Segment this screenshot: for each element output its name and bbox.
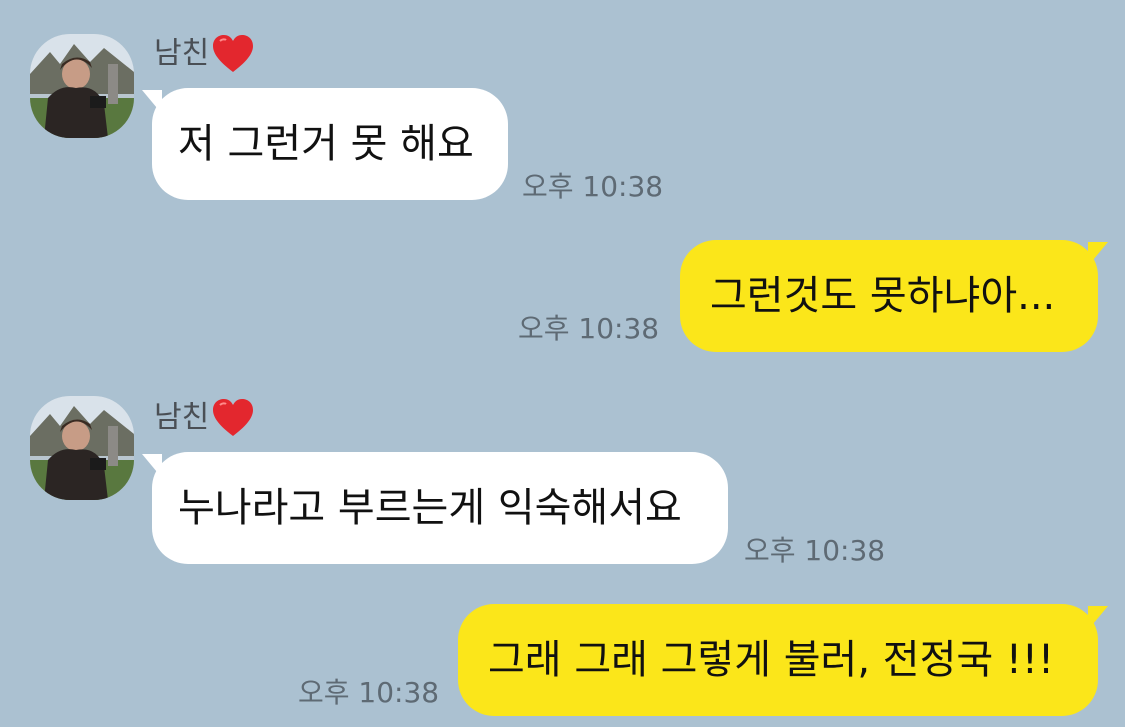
message-timestamp: 오후 10:38 bbox=[522, 170, 664, 203]
message-bubble-incoming[interactable]: 저 그런거 못 해요 bbox=[142, 88, 508, 200]
message-bubble-outgoing[interactable]: 그런것도 못하냐아... bbox=[680, 240, 1108, 352]
sender-name-text: 남친 bbox=[154, 400, 210, 435]
sender-name: 남친 bbox=[154, 398, 255, 438]
sender-name: 남친 bbox=[154, 34, 255, 74]
message-text: 그런것도 못하냐아... bbox=[710, 273, 1056, 319]
message-timestamp: 오후 10:38 bbox=[298, 676, 440, 709]
avatar[interactable] bbox=[30, 396, 134, 500]
message-text: 저 그런거 못 해요 bbox=[178, 121, 474, 167]
heart-icon bbox=[211, 398, 255, 438]
avatar[interactable] bbox=[30, 34, 134, 138]
sender-name-text: 남친 bbox=[154, 36, 210, 71]
message-timestamp: 오후 10:38 bbox=[744, 534, 886, 567]
bubble-tail bbox=[142, 90, 162, 114]
bubble-tail bbox=[1088, 606, 1108, 630]
heart-icon bbox=[211, 34, 255, 74]
bubble-tail bbox=[142, 454, 162, 478]
message-timestamp: 오후 10:38 bbox=[518, 312, 660, 345]
message-text: 그래 그래 그렇게 불러, 전정국 !!! bbox=[488, 637, 1054, 683]
message-text: 누나라고 부르는게 익숙해서요 bbox=[178, 485, 682, 531]
bubble-tail bbox=[1088, 242, 1108, 266]
message-bubble-incoming[interactable]: 누나라고 부르는게 익숙해서요 bbox=[142, 452, 728, 564]
message-bubble-outgoing[interactable]: 그래 그래 그렇게 불러, 전정국 !!! bbox=[458, 604, 1108, 716]
